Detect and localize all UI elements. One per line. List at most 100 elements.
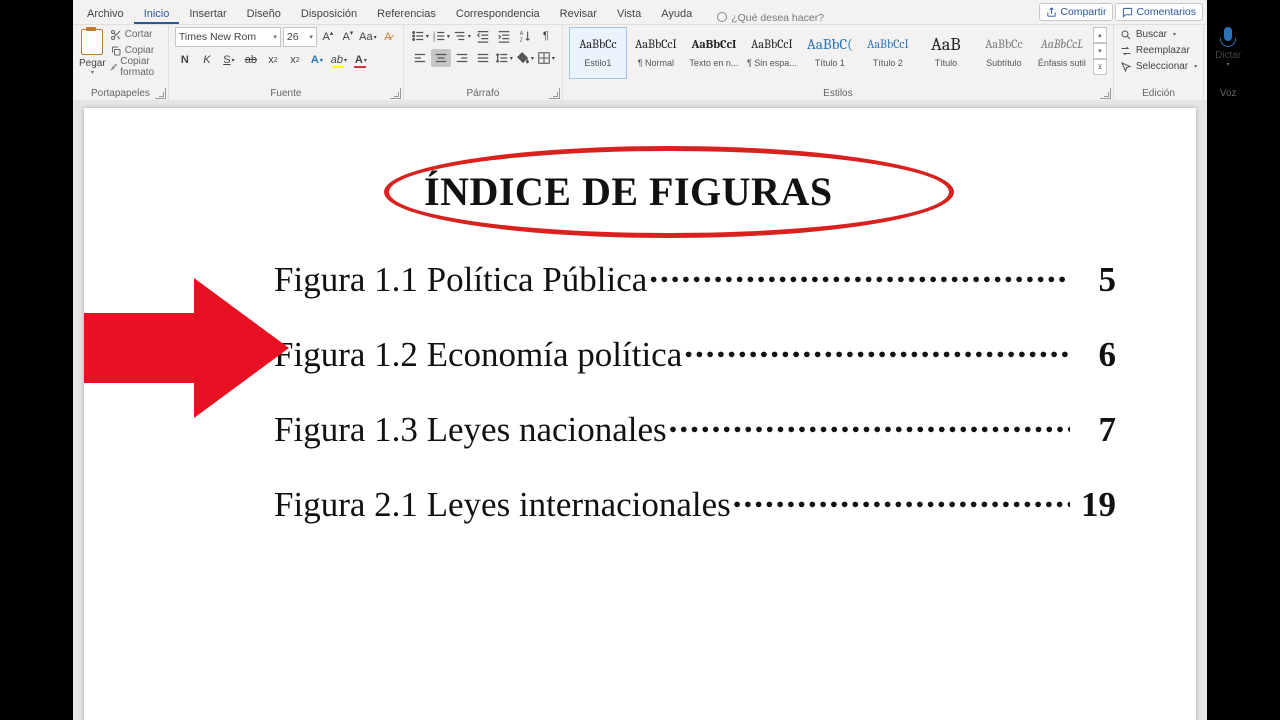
font-size-combo[interactable]: 26▾ (283, 27, 317, 47)
find-button[interactable]: Buscar▾ (1120, 27, 1176, 42)
style-estilo1[interactable]: AaBbCcEstilo1 (569, 27, 627, 79)
style-titulo2[interactable]: AaBbCcITítulo 2 (859, 27, 917, 79)
toc-row-3[interactable]: Figura 1.3 Leyes nacionales 7 (274, 399, 1116, 450)
strike-button[interactable]: ab (241, 51, 261, 69)
tab-inicio[interactable]: Inicio (134, 5, 180, 24)
decrease-indent-button[interactable] (473, 27, 493, 45)
comment-icon (1122, 7, 1133, 18)
tab-ayuda[interactable]: Ayuda (651, 5, 702, 24)
subscript-button[interactable]: x2 (263, 51, 283, 69)
bullets-button[interactable]: ▾ (410, 27, 430, 45)
document-page[interactable]: ÍNDICE DE FIGURAS Figura 1.1 Política Pú… (84, 108, 1196, 720)
microphone-icon (1220, 27, 1236, 49)
align-left-button[interactable] (410, 49, 430, 67)
tab-insertar[interactable]: Insertar (179, 5, 236, 24)
styles-launcher[interactable] (1100, 88, 1111, 99)
cut-button[interactable]: Cortar (110, 27, 162, 42)
styles-up-button[interactable]: ▴ (1093, 27, 1107, 43)
style-titulo[interactable]: AaBTítulo (917, 27, 975, 79)
align-right-button[interactable] (452, 49, 472, 67)
tab-revisar[interactable]: Revisar (550, 5, 607, 24)
styles-more-button[interactable]: ⊻ (1093, 59, 1107, 75)
document-area[interactable]: ÍNDICE DE FIGURAS Figura 1.1 Política Pú… (73, 100, 1207, 720)
styles-gallery[interactable]: AaBbCcEstilo1 AaBbCcI¶ Normal AaBbCcITex… (569, 27, 1107, 79)
styles-down-button[interactable]: ▾ (1093, 43, 1107, 59)
paste-button[interactable]: Pegar ▾ (79, 27, 106, 76)
tab-correspondencia[interactable]: Correspondencia (446, 5, 550, 24)
search-icon (1120, 29, 1132, 41)
format-painter-button[interactable]: Copiar formato (110, 59, 162, 74)
font-launcher[interactable] (390, 88, 401, 99)
share-button[interactable]: Compartir (1039, 3, 1113, 21)
sort-button[interactable]: AZ (515, 27, 535, 45)
clipboard-launcher[interactable] (155, 88, 166, 99)
underline-button[interactable]: S▾ (219, 51, 239, 69)
leader-dots (669, 399, 1070, 441)
replace-icon (1120, 45, 1132, 57)
tab-disposicion[interactable]: Disposición (291, 5, 367, 24)
highlight-button[interactable]: ab▾ (329, 51, 349, 69)
arrow-annotation (74, 273, 294, 423)
toc-row-4[interactable]: Figura 2.1 Leyes internacionales 19 (274, 474, 1116, 525)
lightbulb-icon (716, 12, 728, 24)
leader-dots (684, 324, 1070, 366)
toc-row-2[interactable]: Figura 1.2 Economía política 6 (274, 324, 1116, 375)
line-spacing-button[interactable]: ▾ (494, 49, 514, 67)
align-right-icon (455, 51, 469, 65)
group-label-editing: Edición (1120, 87, 1197, 101)
grow-font-button[interactable]: A▴ (319, 28, 337, 46)
comments-button[interactable]: Comentarios (1115, 3, 1203, 21)
tab-vista[interactable]: Vista (607, 5, 651, 24)
clipboard-icon (80, 29, 104, 57)
style-titulo1[interactable]: AaBbC(Título 1 (801, 27, 859, 79)
tell-me-placeholder: ¿Qué desea hacer? (731, 12, 824, 24)
ribbon-tabs: Archivo Inicio Insertar Diseño Disposici… (73, 0, 1207, 25)
word-window: Archivo Inicio Insertar Diseño Disposici… (73, 0, 1207, 720)
scissors-icon (110, 29, 122, 41)
increase-indent-button[interactable] (494, 27, 514, 45)
style-normal[interactable]: AaBbCcI¶ Normal (627, 27, 685, 79)
leader-dots (649, 249, 1070, 291)
style-texto-en-n[interactable]: AaBbCcITexto en n... (685, 27, 743, 79)
tab-referencias[interactable]: Referencias (367, 5, 446, 24)
style-sin-espaciado[interactable]: AaBbCcI¶ Sin espa... (743, 27, 801, 79)
text-effects-button[interactable]: A▾ (307, 51, 327, 69)
align-center-button[interactable] (431, 49, 451, 67)
styles-scroll: ▴ ▾ ⊻ (1093, 27, 1107, 75)
font-color-button[interactable]: A▾ (351, 51, 371, 69)
ribbon: Pegar ▾ Cortar Copiar Copiar formato (73, 25, 1207, 102)
font-name-combo[interactable]: Times New Rom▾ (175, 27, 281, 47)
italic-button[interactable]: K (197, 51, 217, 69)
group-clipboard: Pegar ▾ Cortar Copiar Copiar formato (73, 25, 169, 101)
ellipse-annotation (384, 146, 954, 238)
replace-button[interactable]: Reemplazar (1120, 43, 1190, 58)
change-case-button[interactable]: Aa▾ (359, 28, 377, 46)
outdent-icon (476, 29, 490, 43)
group-styles: AaBbCcEstilo1 AaBbCcI¶ Normal AaBbCcITex… (563, 25, 1114, 101)
clear-format-button[interactable]: A̷ (379, 28, 397, 46)
shrink-font-button[interactable]: A▾ (339, 28, 357, 46)
toc-row-1[interactable]: Figura 1.1 Política Pública 5 (274, 249, 1116, 300)
dictate-button[interactable]: Dictar ▾ (1210, 27, 1246, 68)
show-marks-button[interactable]: ¶ (536, 27, 556, 45)
borders-button[interactable]: ▾ (536, 49, 556, 67)
group-label-paragraph: Párrafo (410, 87, 556, 101)
multilevel-button[interactable]: ▾ (452, 27, 472, 45)
superscript-button[interactable]: x2 (285, 51, 305, 69)
select-button[interactable]: Seleccionar▾ (1120, 59, 1197, 74)
style-enfasis-sutil[interactable]: AaBbCcLÉnfasis sutil (1033, 27, 1091, 79)
justify-button[interactable] (473, 49, 493, 67)
paragraph-launcher[interactable] (549, 88, 560, 99)
tab-archivo[interactable]: Archivo (77, 5, 134, 24)
numbering-button[interactable]: 123▾ (431, 27, 451, 45)
bold-button[interactable]: N (175, 51, 195, 69)
style-subtitulo[interactable]: AaBbCcSubtítulo (975, 27, 1033, 79)
tab-diseno[interactable]: Diseño (237, 5, 291, 24)
group-label-voice: Voz (1210, 87, 1246, 101)
group-label-styles: Estilos (569, 87, 1107, 101)
tell-me-search[interactable]: ¿Qué desea hacer? (716, 12, 824, 24)
share-icon (1046, 7, 1057, 18)
group-label-clipboard: Portapapeles (79, 87, 162, 101)
multilevel-icon (453, 29, 467, 43)
shading-button[interactable]: ▾ (515, 49, 535, 67)
